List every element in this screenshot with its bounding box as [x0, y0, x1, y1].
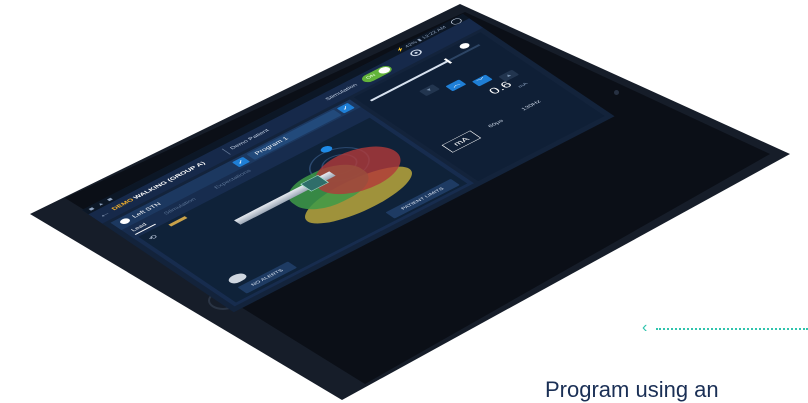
brain-icon [118, 217, 132, 226]
amplitude-unit: mA [516, 81, 529, 89]
caption-text: Program using an [545, 377, 719, 402]
divider [221, 148, 231, 155]
unit-pulse-width-button[interactable]: 60μs [477, 113, 514, 134]
decrease-button[interactable]: ﹀ [471, 74, 493, 87]
unit-frequency-button[interactable]: 130Hz [511, 94, 551, 116]
lead-preview-icon [168, 216, 188, 227]
camera-icon [614, 90, 619, 95]
back-arrow-icon[interactable]: ← [95, 209, 113, 220]
step-up-button[interactable]: ▴ [498, 69, 520, 82]
settings-icon[interactable] [408, 48, 425, 58]
amplitude-value: 0.6 [486, 79, 516, 97]
toggle-knob [376, 65, 393, 75]
increase-button[interactable]: ︿ [445, 79, 467, 92]
callout-dotted-line [656, 328, 808, 330]
step-down-button[interactable]: ▾ [419, 84, 440, 97]
rotate-icon[interactable]: ⟲ [146, 234, 159, 242]
toggle-state: ON [364, 72, 377, 80]
unit-ma-button[interactable]: mA [441, 130, 482, 153]
callout-arrow-icon: ‹ [642, 319, 648, 336]
